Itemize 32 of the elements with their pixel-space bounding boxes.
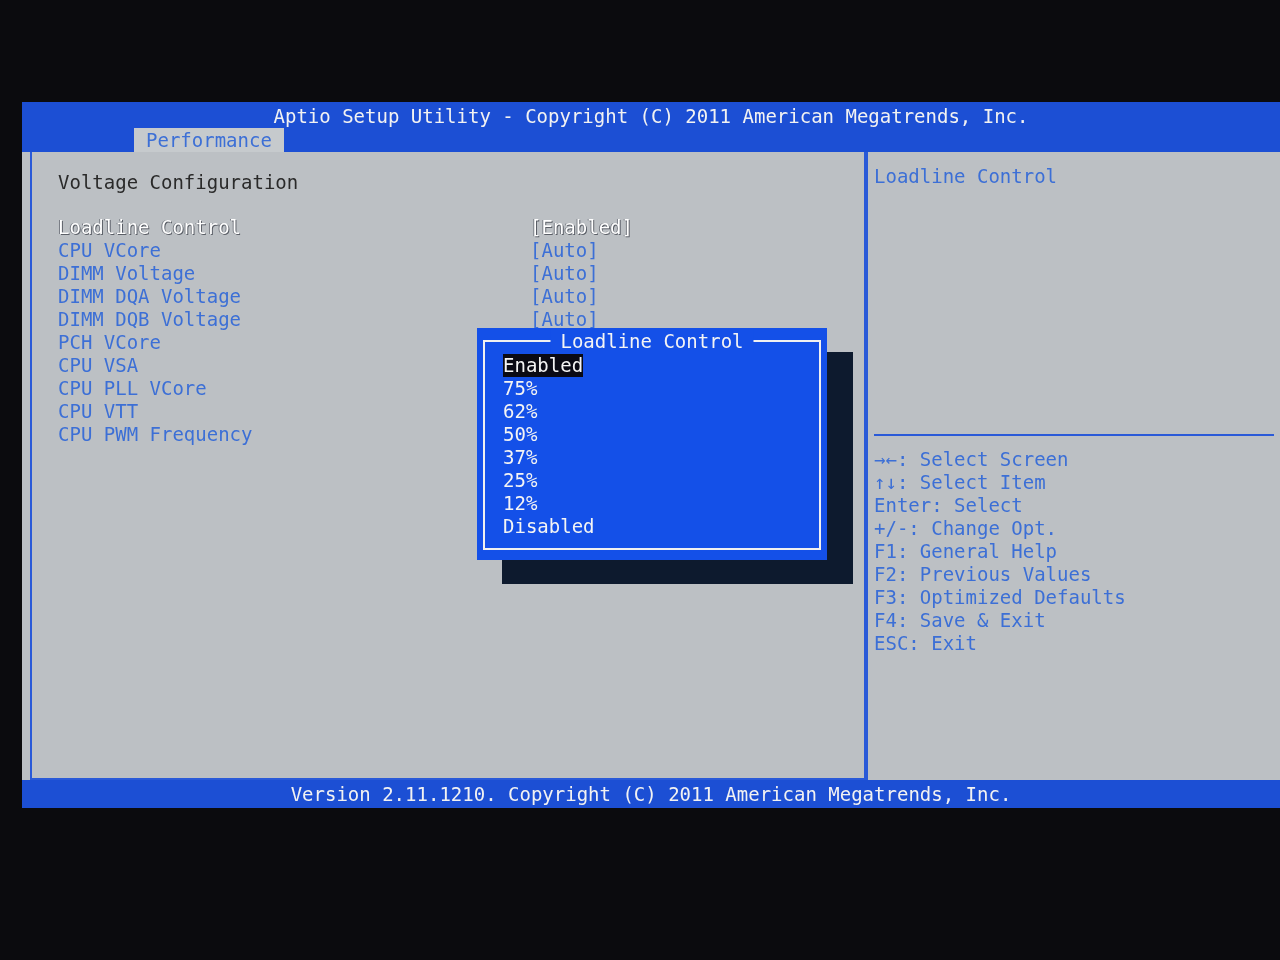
key-hint: ↑↓: Select Item xyxy=(874,471,1046,493)
help-title: Loadline Control xyxy=(874,165,1058,187)
section-title: Voltage Configuration xyxy=(58,170,300,194)
setting-label[interactable]: DIMM DQA Voltage xyxy=(58,285,530,308)
setting-value[interactable]: [Auto] xyxy=(530,239,599,261)
popup-option[interactable]: 25% xyxy=(503,469,538,492)
key-hint: ESC: Exit xyxy=(874,632,977,654)
setting-label[interactable]: DIMM DQB Voltage xyxy=(58,308,530,331)
key-hint: Enter: Select xyxy=(874,494,1023,516)
key-hint: F2: Previous Values xyxy=(874,563,1092,585)
setting-label[interactable]: CPU VCore xyxy=(58,239,530,262)
popup-option[interactable]: 62% xyxy=(503,400,538,423)
setting-label[interactable]: DIMM Voltage xyxy=(58,262,530,285)
key-hint: F3: Optimized Defaults xyxy=(874,586,1126,608)
popup-option[interactable]: Enabled xyxy=(503,354,584,377)
menu-tab[interactable]: Performance xyxy=(134,128,284,152)
setting-value[interactable]: [Auto] xyxy=(530,262,599,284)
version-bar: Version 2.11.1210. Copyright (C) 2011 American Megatrends, Inc. xyxy=(22,780,1280,808)
key-hint: F1: General Help xyxy=(874,540,1058,562)
setting-value[interactable]: [Auto] xyxy=(530,285,599,307)
key-hint: F4: Save & Exit xyxy=(874,609,1046,631)
popup-option[interactable]: 12% xyxy=(503,492,538,515)
setting-value[interactable]: [Auto] xyxy=(530,308,599,330)
key-hint: →←: Select Screen xyxy=(874,448,1069,470)
setting-value[interactable]: [Enabled] xyxy=(530,216,633,238)
popup-option[interactable]: 75% xyxy=(503,377,538,400)
popup-option[interactable]: 37% xyxy=(503,446,538,469)
popup-option[interactable]: 50% xyxy=(503,423,538,446)
setting-label[interactable]: Loadline Control xyxy=(58,216,530,239)
popup-option[interactable]: Disabled xyxy=(503,515,595,538)
utility-title: Aptio Setup Utility - Copyright (C) 2011 American Megatrends, Inc. xyxy=(272,104,1030,128)
key-hint: +/-: Change Opt. xyxy=(874,517,1058,539)
